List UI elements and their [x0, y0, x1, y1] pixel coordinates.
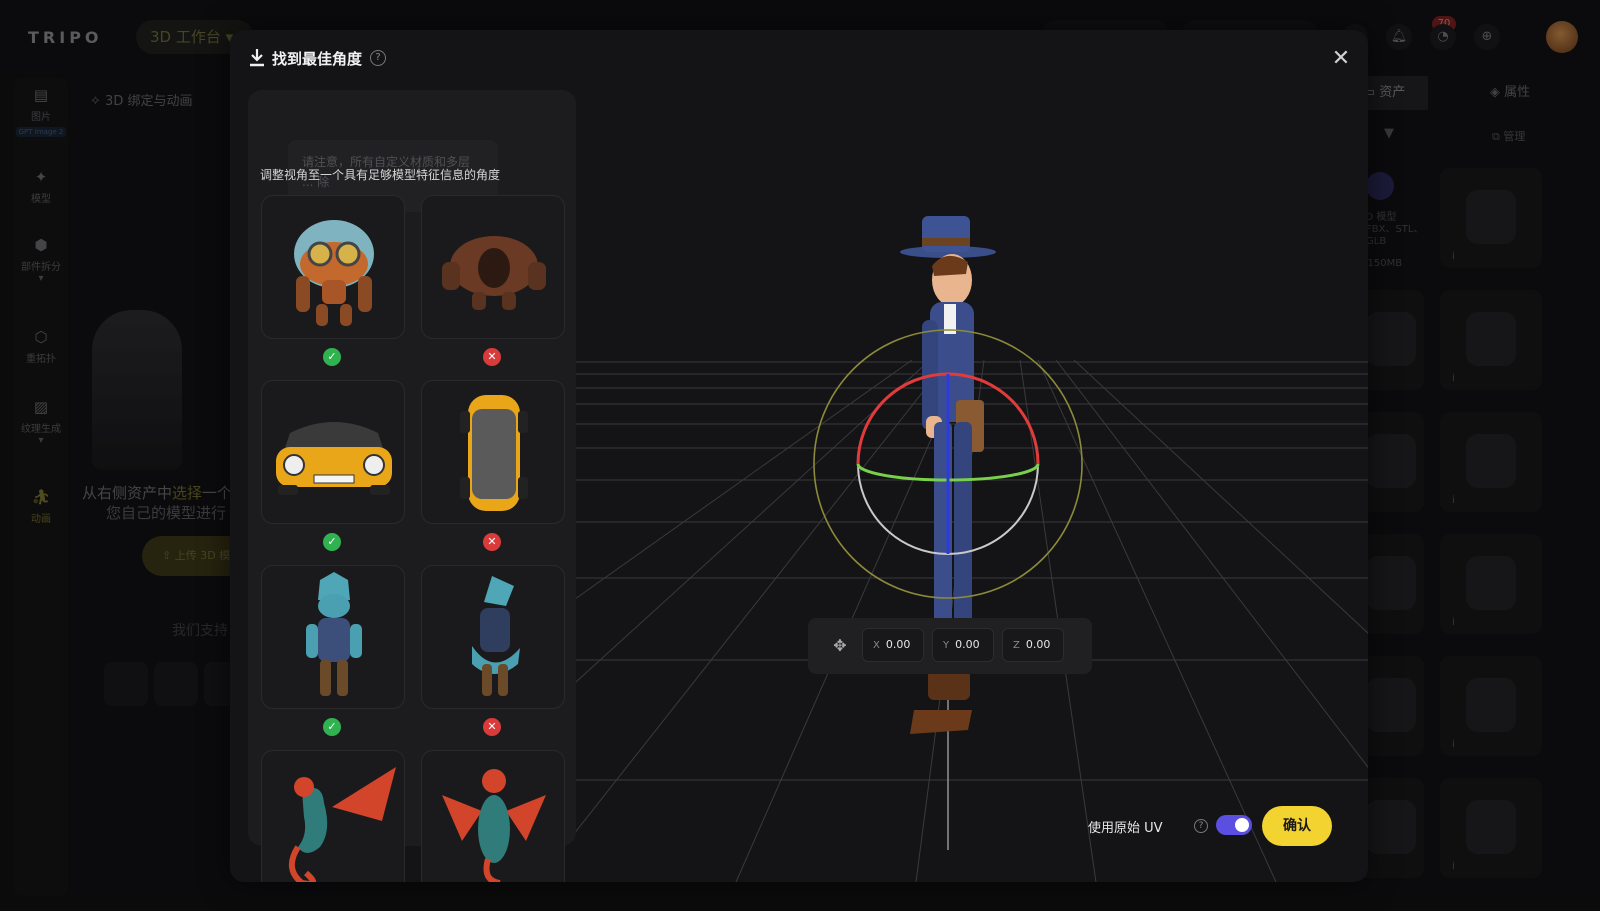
example-car-bad [421, 380, 565, 524]
y-input[interactable]: Y 0.00 [932, 628, 994, 662]
download-icon [250, 49, 264, 67]
z-label: Z [1013, 640, 1020, 651]
example-robot-good [261, 195, 405, 339]
robot-back-illustration [442, 236, 546, 310]
3d-viewport[interactable]: ✥ X 0.00 Y 0.00 Z 0.00 [230, 30, 1368, 882]
cross-icon: ✕ [483, 718, 501, 736]
x-value: 0.00 [885, 638, 911, 651]
robot-front-illustration [294, 220, 374, 326]
uv-toggle[interactable] [1216, 815, 1252, 835]
x-input[interactable]: X 0.00 [862, 628, 924, 662]
cross-icon: ✕ [483, 348, 501, 366]
confirm-button[interactable]: 确认 [1262, 806, 1332, 846]
example-dragon-bad [421, 750, 565, 882]
move-icon[interactable]: ✥ [830, 636, 850, 656]
dragon-side-illustration [289, 767, 396, 882]
viewport-grid [230, 216, 1368, 882]
modal-title: 找到最佳角度 [272, 50, 363, 68]
best-angle-modal: 找到最佳角度 ? ✕ 请注意，所有自定义材质和多层 ... 除 调整视角至一个具… [230, 30, 1368, 882]
check-icon: ✓ [323, 718, 341, 736]
example-dragon-good [261, 750, 405, 882]
dragon-front-illustration [442, 769, 546, 882]
angle-guide-panel: 请注意，所有自定义材质和多层 ... 除 调整视角至一个具有足够模型特征信息的角… [248, 90, 576, 882]
x-label: X [873, 640, 880, 651]
check-icon: ✓ [323, 348, 341, 366]
example-creature-good [261, 565, 405, 709]
z-input[interactable]: Z 0.00 [1002, 628, 1064, 662]
help-icon[interactable]: ? [1194, 819, 1208, 833]
y-value: 0.00 [955, 638, 980, 651]
guide-description: 调整视角至一个具有足够模型特征信息的角度 [260, 168, 501, 182]
help-icon[interactable]: ? [370, 50, 386, 66]
example-car-good [261, 380, 405, 524]
position-inputs: ✥ X 0.00 Y 0.00 Z 0.00 [808, 618, 1092, 674]
creature-front-illustration [306, 572, 362, 696]
example-creature-bad [421, 565, 565, 709]
z-value: 0.00 [1025, 638, 1051, 651]
uv-label: 使用原始 UV [1088, 821, 1163, 836]
check-icon: ✓ [323, 533, 341, 551]
car-front-illustration [276, 422, 392, 495]
y-label: Y [943, 640, 950, 651]
creature-side-illustration [472, 576, 520, 696]
app-root: TRIPO 3D 工作台 ▾ ▣ 🔔︎ 70 ◔ ⊕ ▤ 图片 GPT Imag… [0, 0, 1600, 911]
cross-icon: ✕ [483, 533, 501, 551]
example-robot-bad [421, 195, 565, 339]
car-top-illustration [460, 395, 528, 511]
toggle-knob [1235, 818, 1249, 832]
